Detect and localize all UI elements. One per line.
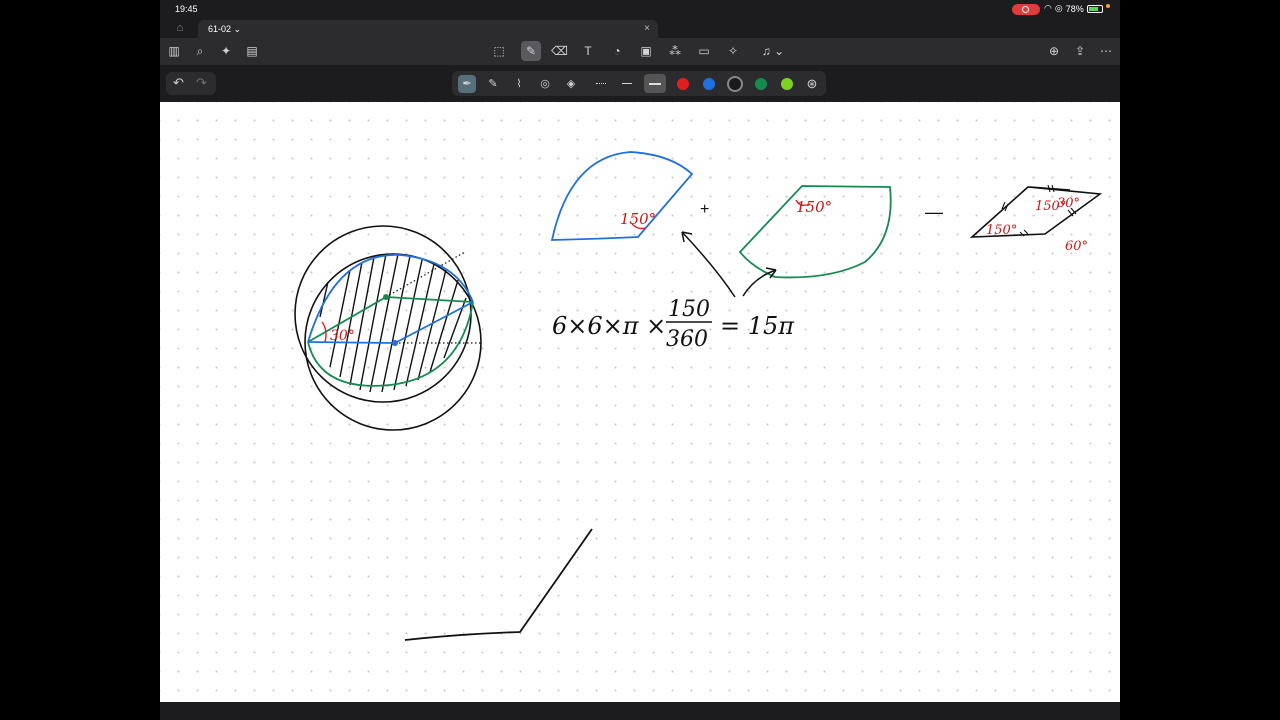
angle-label: 30° [1057, 196, 1080, 211]
microphone-icon[interactable]: ♫ ⌄ [758, 43, 788, 59]
thickness-fine[interactable] [596, 83, 606, 84]
color-green[interactable] [755, 78, 767, 90]
text-box-icon[interactable]: T [580, 43, 596, 59]
wifi-icon: ◠ [1044, 3, 1052, 13]
battery-icon [1086, 4, 1103, 13]
angle-label: 60° [1065, 239, 1088, 254]
color-lime[interactable] [781, 78, 793, 90]
equation-numerator: 150 [668, 297, 710, 322]
shape-pen-icon[interactable]: ◈ [562, 75, 580, 93]
notes-icon[interactable]: ▤ [244, 43, 260, 59]
sidebar-icon[interactable]: ▥ [166, 43, 182, 59]
status-right: ◠ ◎ 78% [1044, 3, 1110, 14]
more-icon[interactable]: ⋯ [1098, 43, 1114, 59]
tab-document[interactable]: 61-02 ⌄ × [198, 20, 658, 38]
mic-in-use-dot [1105, 3, 1110, 8]
tab-bar: ⌂ 61-02 ⌄ × [160, 18, 1120, 38]
color-red[interactable] [677, 78, 689, 90]
note-canvas[interactable]: 30° 150° + 150° — 150° 30° 150° 60° 6×6×… [160, 102, 1120, 702]
search-icon[interactable]: ⌕ [192, 43, 208, 59]
location-icon: ◎ [1054, 3, 1063, 13]
main-toolbar: ▥ ⌕ ✦ ▤ ⬚ ✎ ⌫ T ◔ ▣ ⁂ ▭ ✧ ♫ ⌄ ⊕ ⇪ ⋯ [160, 38, 1120, 65]
color-blue[interactable] [703, 78, 715, 90]
equation-denominator: 360 [666, 327, 708, 352]
image-icon[interactable]: ▣ [638, 43, 654, 59]
brush-pen-icon[interactable]: ⌇ [510, 75, 528, 93]
handwriting-layer: 30° 150° + 150° — 150° 30° 150° 60° 6×6×… [294, 151, 1103, 641]
angle-label: 150° [796, 198, 832, 216]
share-icon[interactable]: ⇪ [1072, 43, 1088, 59]
angle-stroke [404, 528, 593, 641]
status-bar: 19:45 ◠ ◎ 78% [160, 0, 1120, 18]
bottom-bar [160, 702, 1120, 720]
comment-icon[interactable]: ▭ [696, 43, 712, 59]
screen-recording-indicator [1012, 4, 1040, 15]
equation-rhs: = 15π [720, 312, 795, 340]
eraser-icon[interactable]: ⌫ [551, 43, 568, 59]
app-window: 19:45 ◠ ◎ 78% ⌂ 61-02 ⌄ × ▥ ⌕ ✦ ▤ ⬚ ✎ ⌫ … [160, 0, 1120, 720]
laser-pointer-icon[interactable]: ✧ [725, 43, 741, 59]
minus-sign: — [925, 202, 943, 222]
highlighter-icon[interactable]: ◎ [536, 75, 554, 93]
thickness-medium[interactable] [622, 83, 632, 84]
undo-redo-group: ↶ ↷ [166, 72, 216, 95]
angle-label: 30° [330, 328, 355, 344]
lasso-select-icon[interactable]: ⬚ [491, 43, 507, 59]
color-black[interactable] [729, 78, 741, 90]
close-icon[interactable]: × [644, 23, 650, 34]
pen-options: ✒ ✎ ⌇ ◎ ◈ ⊛ [452, 71, 826, 96]
tab-title: 61-02 ⌄ [208, 24, 242, 34]
battery-percent: 78% [1065, 3, 1084, 14]
home-icon[interactable]: ⌂ [174, 22, 186, 34]
undo-icon[interactable]: ↶ [173, 75, 184, 91]
shapes-icon[interactable]: ◔ [609, 43, 625, 59]
new-page-icon[interactable]: ⊕ [1046, 43, 1062, 59]
angle-label: 150° [986, 223, 1017, 238]
equation-lhs: 6×6×π × [552, 312, 666, 340]
thickness-selected[interactable] [644, 74, 666, 93]
pen-icon[interactable]: ✎ [521, 41, 541, 61]
sticker-icon[interactable]: ⁂ [667, 43, 683, 59]
redo-icon[interactable]: ↷ [196, 75, 207, 91]
sparkle-icon[interactable]: ✦ [218, 43, 234, 59]
plus-sign: + [700, 201, 709, 218]
ballpoint-pen-icon[interactable]: ✎ [484, 75, 502, 93]
color-picker-icon[interactable]: ⊛ [803, 75, 821, 93]
pen-toolbar: ↶ ↷ ✒ ✎ ⌇ ◎ ◈ ⊛ [160, 65, 1120, 102]
angle-label: 150° [620, 210, 656, 228]
fountain-pen-icon[interactable]: ✒ [458, 75, 476, 93]
status-time: 19:45 [175, 4, 198, 14]
